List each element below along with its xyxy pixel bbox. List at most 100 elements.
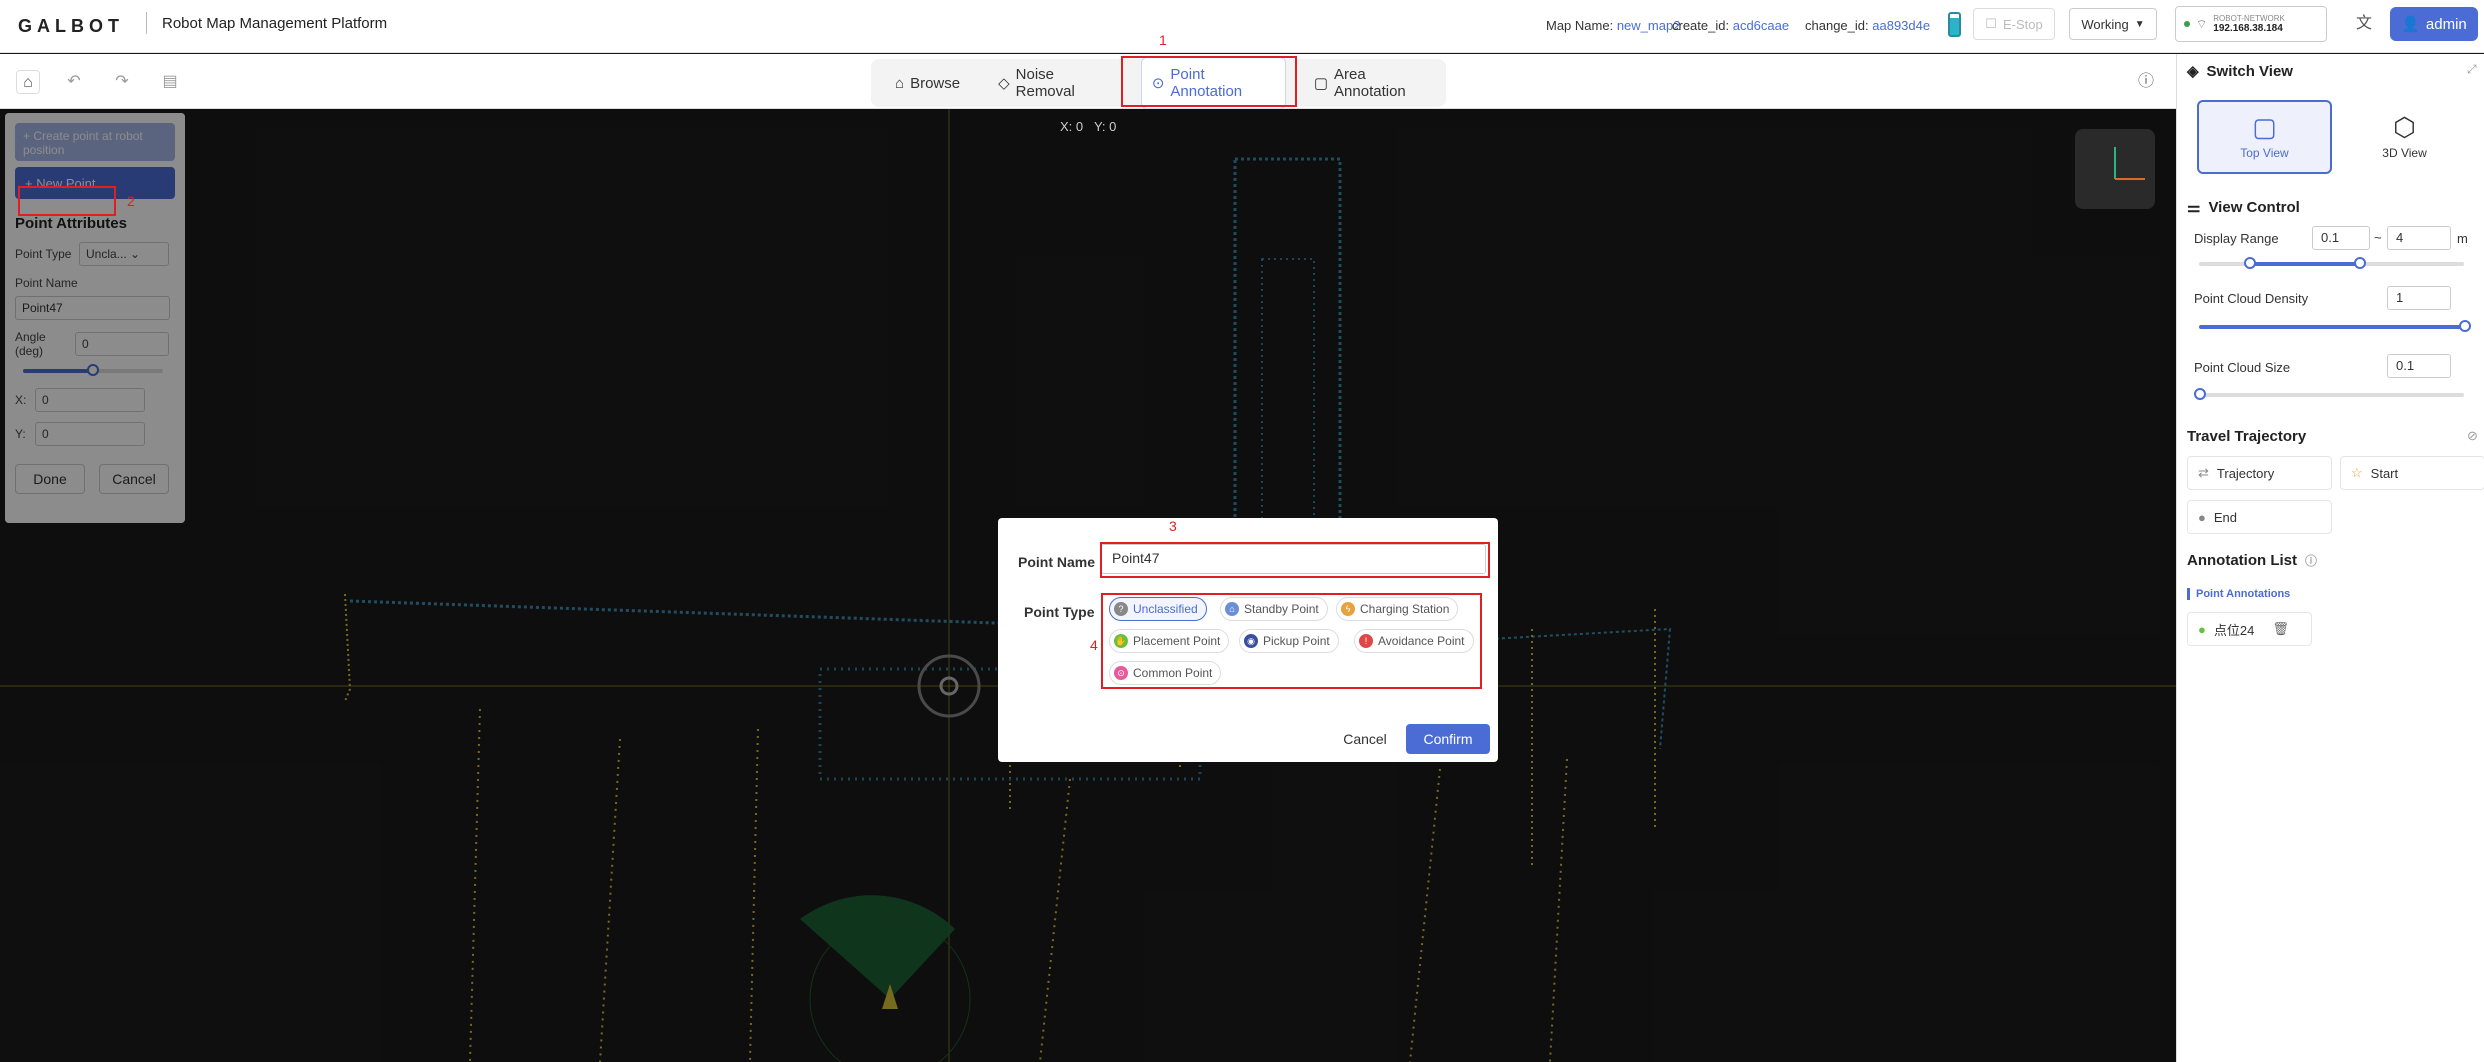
slider-track: [2199, 393, 2464, 397]
button-label: 3D View: [2382, 146, 2427, 160]
create-id-label: create_id:: [1672, 18, 1730, 33]
point-name-field[interactable]: Point47: [15, 296, 170, 320]
create-at-robot-button[interactable]: + Create point at robot position: [15, 123, 175, 161]
slider-handle[interactable]: [2459, 320, 2471, 332]
point-type-value: Uncla...: [86, 247, 127, 261]
layers-icon: ◈: [2187, 63, 2199, 80]
density-field[interactable]: 1: [2387, 286, 2451, 310]
status-select[interactable]: Working ▼: [2069, 8, 2157, 40]
change-id: change_id: aa893d4e: [1805, 18, 1930, 33]
confirm-button[interactable]: Confirm: [1406, 724, 1490, 754]
type-label: Point Type: [1024, 604, 1095, 620]
sliders-icon: ⚌: [2187, 199, 2201, 216]
undo-icon[interactable]: ↶: [62, 70, 86, 94]
y-field[interactable]: 0: [35, 422, 145, 446]
size-slider[interactable]: [2194, 388, 2469, 402]
attributes-title: Point Attributes: [15, 215, 127, 232]
cube-icon: ⬡: [2393, 112, 2416, 142]
estop-icon: ☐: [1985, 16, 1997, 31]
status-value: Working: [2081, 16, 2129, 32]
3d-view-button[interactable]: ⬡ 3D View: [2337, 100, 2472, 174]
axes-icon: [2114, 147, 2145, 180]
annotation-item[interactable]: ● 点位24 🗑: [2187, 612, 2312, 646]
point-name-label: Point Name: [15, 276, 78, 290]
trajectory-heading: Travel Trajectory: [2187, 428, 2307, 445]
top-view-button[interactable]: ▢ Top View: [2197, 100, 2332, 174]
point-type-row: Point Type Uncla... ⌄: [15, 242, 175, 266]
tab-label: Browse: [910, 74, 961, 92]
network-status[interactable]: ⌔ ROBOT-NETWORK 192.168.38.184: [2175, 6, 2327, 42]
step-number: 2: [127, 193, 135, 209]
tab-noise-removal[interactable]: ◇ Noise Removal: [988, 58, 1123, 108]
chip-label: End: [2213, 509, 2237, 525]
density-slider[interactable]: [2194, 320, 2471, 334]
slider-handle-max[interactable]: [2354, 257, 2366, 269]
size-label: Point Cloud Size: [2194, 360, 2291, 375]
annotation-label: 点位24: [2213, 622, 2255, 638]
change-id-value: aa893d4e: [1872, 18, 1931, 33]
x-field[interactable]: 0: [35, 388, 145, 412]
range-unit: m: [2457, 231, 2468, 246]
cancel-button[interactable]: Cancel: [1336, 724, 1394, 754]
end-toggle[interactable]: ● End: [2187, 500, 2332, 534]
tab-area-annotation[interactable]: ▢ Area Annotation: [1304, 58, 1446, 108]
map-name-value: new_map2: [1616, 18, 1681, 33]
save-icon[interactable]: ▤: [158, 70, 182, 94]
slider-handle[interactable]: [2194, 388, 2206, 400]
estop-button[interactable]: ☐ E-Stop: [1973, 8, 2055, 40]
coord-x: X: 0: [1060, 119, 1084, 134]
range-separator: ~: [2374, 230, 2382, 245]
view-control-heading: ⚌ View Control: [2187, 198, 2300, 217]
wifi-icon: ⌔: [2196, 16, 2208, 31]
tab-label: Area Annotation: [1334, 66, 1406, 100]
plus-icon: +: [23, 129, 34, 143]
point-type-select[interactable]: Uncla... ⌄: [79, 242, 169, 266]
angle-label: Angle (deg): [15, 330, 46, 358]
add-point-dialog: Point Name Point47 Point Type ? Unclassif…: [998, 518, 1498, 762]
range-max-field[interactable]: 4: [2387, 226, 2451, 250]
step-number: 1: [1159, 32, 1167, 48]
point-type-icon: ●: [2198, 621, 2206, 637]
trash-icon[interactable]: 🗑: [2272, 621, 2289, 637]
cursor-coordinates: X: 0 Y: 0: [1060, 119, 1116, 134]
step-number: 4: [1090, 637, 1098, 653]
eye-off-icon[interactable]: ⊘: [2467, 428, 2478, 444]
redo-icon[interactable]: ↷: [110, 70, 134, 94]
right-sidebar: ◈ Switch View ⤢ ▢ Top View ⬡ 3D View ⚌ View …: [2176, 54, 2484, 1062]
switch-view-heading: ◈ Switch View: [2187, 62, 2293, 81]
home-icon[interactable]: ⌂: [16, 70, 40, 94]
app-title: Robot Map Management Platform: [162, 15, 388, 32]
name-label: Point Name: [1018, 554, 1096, 570]
user-icon: 👤: [2401, 16, 2420, 33]
help-icon[interactable]: ⓘ: [2134, 70, 2158, 94]
annotation-list-heading: Annotation List ⓘ: [2187, 552, 2317, 569]
heading-label: View Control: [2208, 198, 2300, 216]
angle-field[interactable]: 0: [75, 332, 169, 356]
start-toggle[interactable]: ☆ Start: [2340, 456, 2484, 490]
home-icon: ⌂: [895, 74, 905, 92]
trajectory-toggle[interactable]: ⇄ Trajectory: [2187, 456, 2332, 490]
highlight-box: [18, 186, 116, 216]
tab-browse[interactable]: ⌂ Browse: [885, 67, 970, 100]
size-field[interactable]: 0.1: [2387, 354, 2451, 378]
expand-icon[interactable]: ⤢: [2467, 62, 2477, 77]
map-name-label: Map Name:: [1546, 18, 1614, 33]
slider-handle-min[interactable]: [2244, 257, 2256, 269]
estop-label: E-Stop: [2002, 16, 2043, 32]
done-button[interactable]: Done: [15, 464, 85, 494]
user-button[interactable]: 👤 admin: [2390, 7, 2478, 41]
change-id-label: change_id:: [1805, 18, 1869, 33]
square-icon: ▢: [2252, 112, 2277, 142]
display-range-slider[interactable]: [2194, 257, 2464, 271]
highlight-box: [1121, 56, 1297, 107]
axis-gizmo: [2075, 129, 2155, 209]
heading-label: Switch View: [2206, 62, 2293, 80]
angle-slider[interactable]: [15, 364, 175, 378]
star-icon: ☆: [2351, 465, 2363, 480]
button-label: Top View: [2240, 146, 2289, 160]
range-min-field[interactable]: 0.1: [2312, 226, 2370, 250]
brand-logo: GALBOT: [18, 16, 124, 36]
translate-icon[interactable]: 文: [2352, 12, 2376, 36]
cancel-button[interactable]: Cancel: [99, 464, 169, 494]
slider-handle[interactable]: [87, 364, 99, 376]
